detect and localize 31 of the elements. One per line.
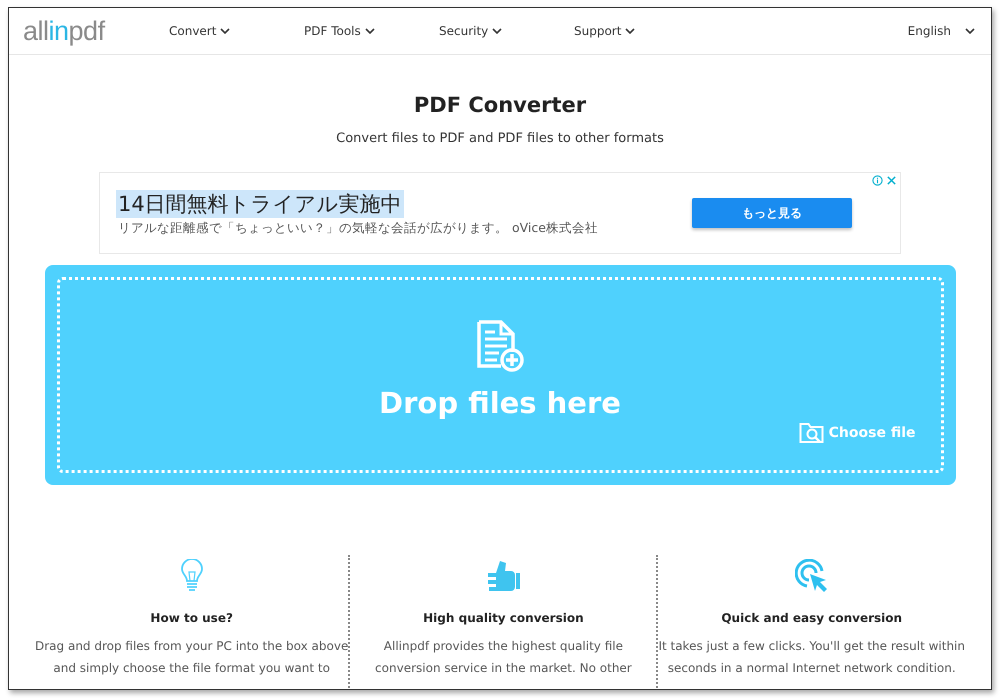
ad-banner[interactable]: 14日間無料トライアル実施中 リアルな距離感で「ちょっといい？」の気軽な会話が広がります。 oVice株式会社 もっと見る (99, 172, 901, 254)
feature-text: and simply choose the file format you want to (53, 661, 330, 675)
ad-headline: 14日間無料トライアル実施中 (116, 190, 404, 218)
nav-menu[interactable]: PDF Tools (304, 24, 439, 38)
feature-text: conversion service in the market. No other (375, 661, 632, 675)
feature-text: It takes just a few clicks. You'll get the result within (658, 639, 965, 653)
nav-menu[interactable]: Support (574, 24, 709, 38)
ad-text: リアルな距離感で「ちょっといい？」の気軽な会話が広がります。 oVice株式会社 (117, 220, 599, 236)
language-select[interactable]: English (908, 24, 975, 38)
feature-title: Quick and easy conversion (721, 611, 902, 625)
info-icon[interactable] (872, 175, 883, 186)
folder-search-icon (798, 422, 825, 444)
page-subtitle: Convert files to PDF and PDF files to other formats (336, 131, 664, 146)
chevron-down-icon (625, 28, 636, 34)
page-title: PDF Converter (414, 93, 586, 117)
file-add-icon (476, 320, 524, 372)
chevron-down-icon (364, 28, 375, 34)
close-icon[interactable] (886, 175, 897, 186)
chevron-down-icon (492, 28, 502, 34)
feature-title: How to use? (150, 611, 233, 625)
pointer-click-icon (794, 559, 829, 593)
feature-text: Drag and drop files from your PC into the box above (35, 639, 348, 653)
feature-text: Allinpdf provides the highest quality file (384, 639, 623, 653)
thumbs-up-icon (486, 559, 520, 593)
chevron-down-icon (965, 28, 975, 34)
chevron-down-icon (220, 28, 230, 34)
feature-text: seconds in a normal Internet network condition. (668, 661, 956, 675)
drop-label: Drop files here (379, 386, 621, 420)
nav-menu[interactable]: Convert (169, 24, 304, 38)
feature-title: High quality conversion (423, 611, 584, 625)
nav-menu[interactable]: Security (439, 24, 574, 38)
